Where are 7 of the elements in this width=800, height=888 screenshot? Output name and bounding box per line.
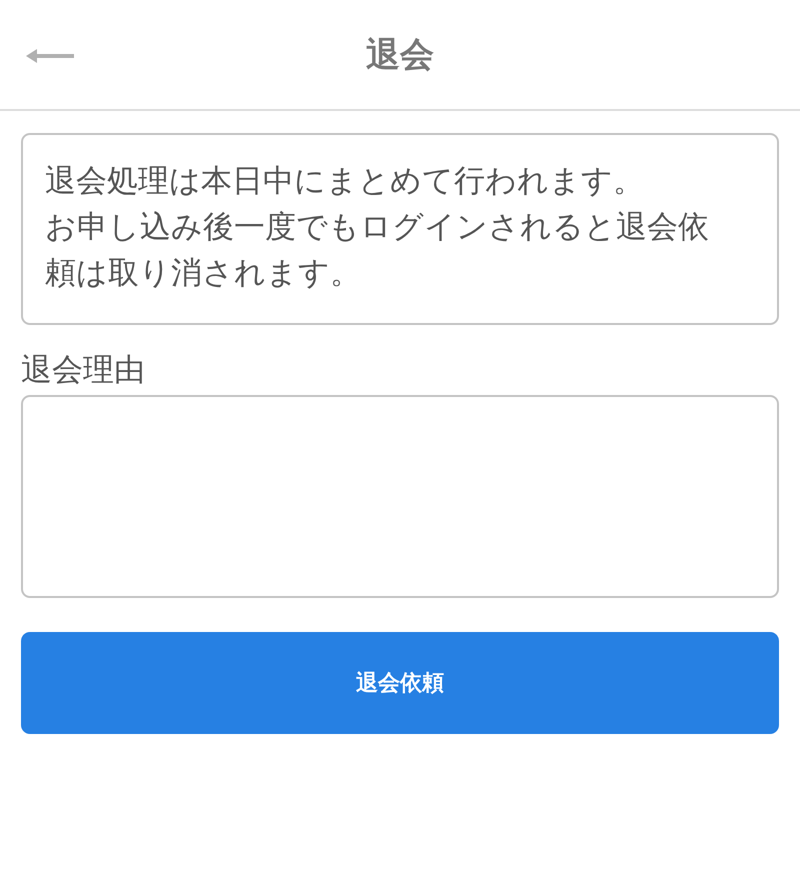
notice-text: お申し込み後一度でもログインされると退会依頼は取り消されます。 <box>45 208 710 293</box>
notice-text: 退会処理は本日中にまとめて行われます。 <box>45 162 645 201</box>
submit-button[interactable]: 退会依頼 <box>21 632 779 734</box>
page-title: 退会 <box>365 34 435 74</box>
reason-field[interactable] <box>21 395 779 598</box>
reason-label: 退会理由 <box>21 351 145 390</box>
back-arrow-icon <box>25 48 75 64</box>
